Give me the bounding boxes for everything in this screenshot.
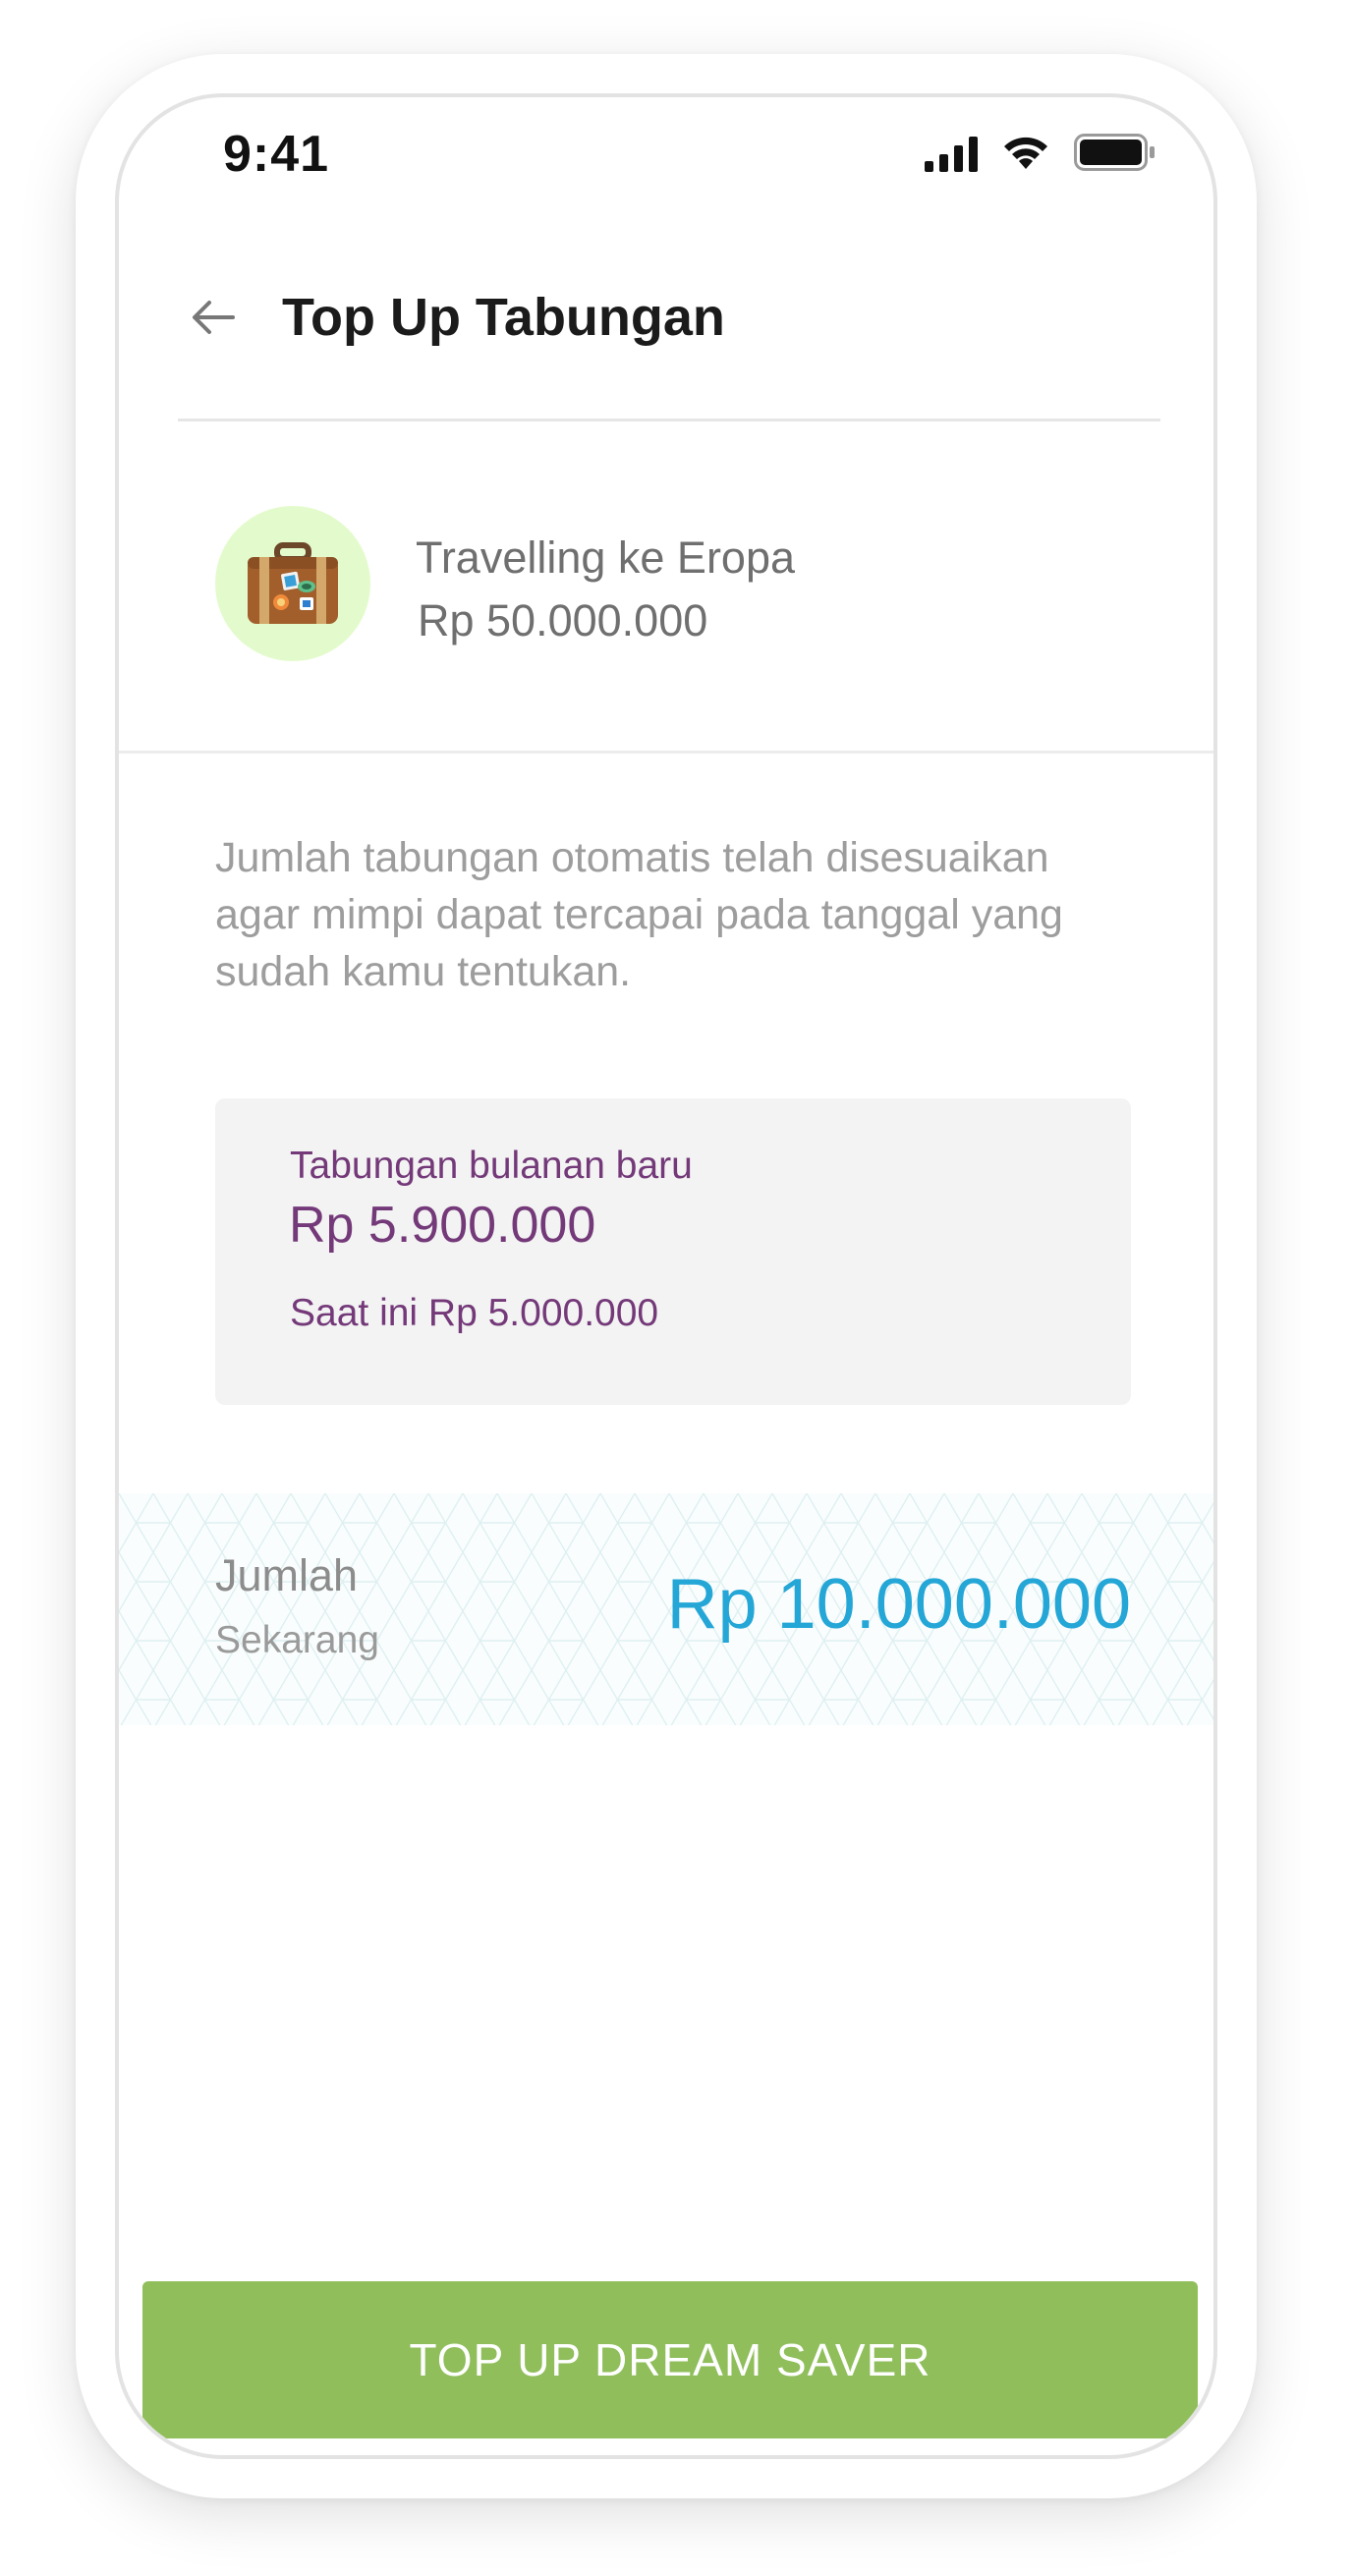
monthly-savings-card: Tabungan bulanan baru Rp 5.900.000 Saat … [215, 1098, 1131, 1405]
section-divider [119, 751, 1213, 754]
header-divider [178, 419, 1160, 421]
goal-target-amount: Rp 50.000.000 [418, 595, 708, 645]
amount-label: Jumlah [215, 1550, 359, 1600]
phone-screen: 9:41 Top Up Tabungan Travelling ke Eropa… [115, 93, 1217, 2459]
page-title: Top Up Tabungan [282, 288, 725, 347]
goal-avatar [215, 506, 370, 661]
topup-amount-value[interactable]: Rp 10.000.000 [667, 1564, 1131, 1645]
amount-sublabel: Sekarang [215, 1619, 379, 1661]
new-monthly-savings-value: Rp 5.900.000 [289, 1197, 596, 1254]
battery-icon [1074, 134, 1155, 171]
status-time: 9:41 [223, 126, 330, 183]
topup-dream-saver-button[interactable]: TOP UP DREAM SAVER [142, 2281, 1198, 2438]
current-savings-text: Saat ini Rp 5.000.000 [290, 1292, 659, 1334]
goal-name: Travelling ke Eropa [416, 532, 796, 583]
suitcase-icon [248, 542, 338, 624]
amount-now-section: Jumlah Sekarang Rp 10.000.000 [119, 1493, 1213, 1725]
signal-icon [925, 137, 978, 172]
status-icons [925, 133, 1160, 182]
new-monthly-savings-label: Tabungan bulanan baru [290, 1145, 693, 1187]
wifi-icon [1004, 137, 1047, 169]
info-text: Jumlah tabungan otomatis telah disesuaik… [215, 834, 1063, 995]
arrow-left-icon[interactable] [190, 294, 237, 341]
